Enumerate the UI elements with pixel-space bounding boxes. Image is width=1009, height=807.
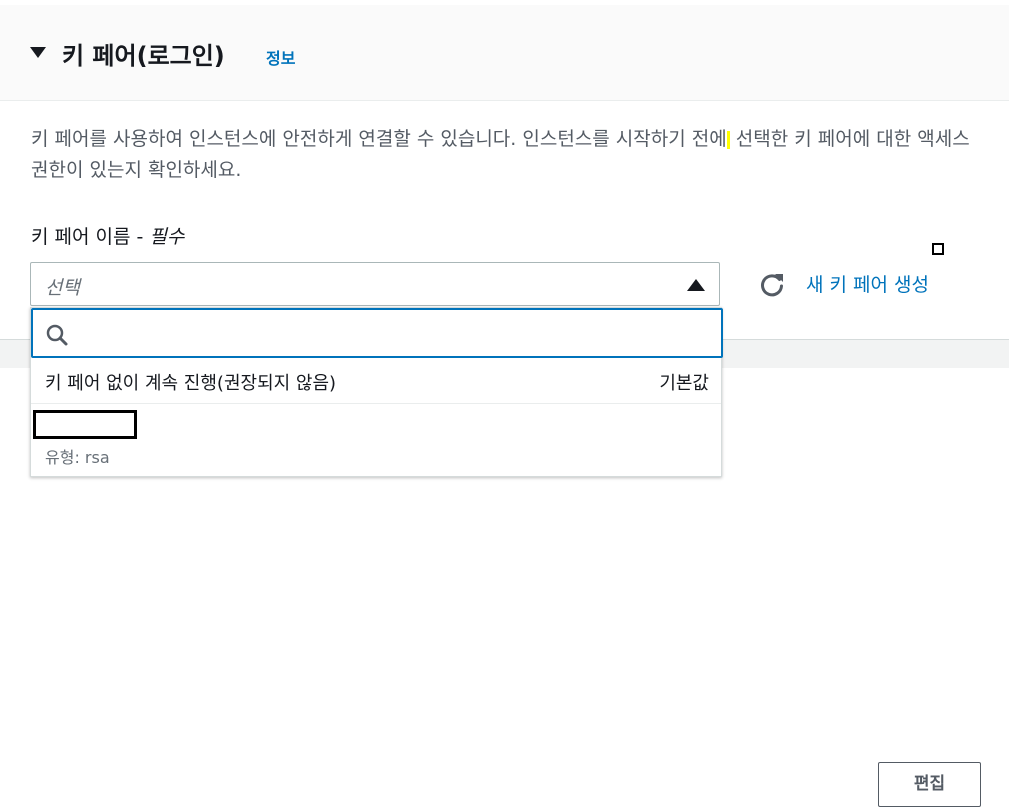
key-pair-dropdown: 키 페어 없이 계속 진행(권장되지 않음) 기본값 유형: rsa: [30, 307, 723, 477]
option-type: 유형: rsa: [45, 448, 110, 467]
refresh-icon[interactable]: [757, 270, 787, 300]
edit-button[interactable]: 편집: [878, 762, 981, 807]
section-title: 키 페어(로그인): [62, 42, 225, 70]
option-key-pair[interactable]: 유형: rsa: [31, 405, 721, 475]
option-label: 키 페어 없이 계속 진행(권장되지 않음): [45, 373, 337, 394]
description-text-1: 키 페어를 사용하여 인스턴스에 안전하게 연결할 수 있습니다. 인스턴스를 …: [31, 128, 727, 150]
redacted-key-name: [33, 410, 137, 439]
caret-up-icon: [687, 279, 705, 291]
key-pair-select[interactable]: 선택: [30, 262, 720, 306]
search-field[interactable]: [31, 308, 723, 358]
option-no-key-pair[interactable]: 키 페어 없이 계속 진행(권장되지 않음) 기본값: [31, 358, 721, 404]
key-pair-name-label: 키 페어 이름 - 필수: [31, 222, 184, 249]
field-label-text: 키 페어 이름 -: [31, 226, 150, 248]
search-icon: [46, 324, 68, 346]
select-placeholder: 선택: [45, 277, 80, 299]
required-label: 필수: [149, 226, 185, 248]
create-key-pair-link[interactable]: 새 키 페어 생성: [806, 270, 929, 297]
caret-down-icon[interactable]: [30, 47, 46, 58]
section-header[interactable]: 키 페어(로그인) 정보: [0, 5, 1009, 101]
search-input[interactable]: [79, 318, 703, 350]
section-description: 키 페어를 사용하여 인스턴스에 안전하게 연결할 수 있습니다. 인스턴스를 …: [31, 124, 981, 186]
default-tag: 기본값: [659, 373, 709, 394]
small-square-icon: [932, 243, 944, 255]
info-link[interactable]: 정보: [266, 45, 295, 69]
